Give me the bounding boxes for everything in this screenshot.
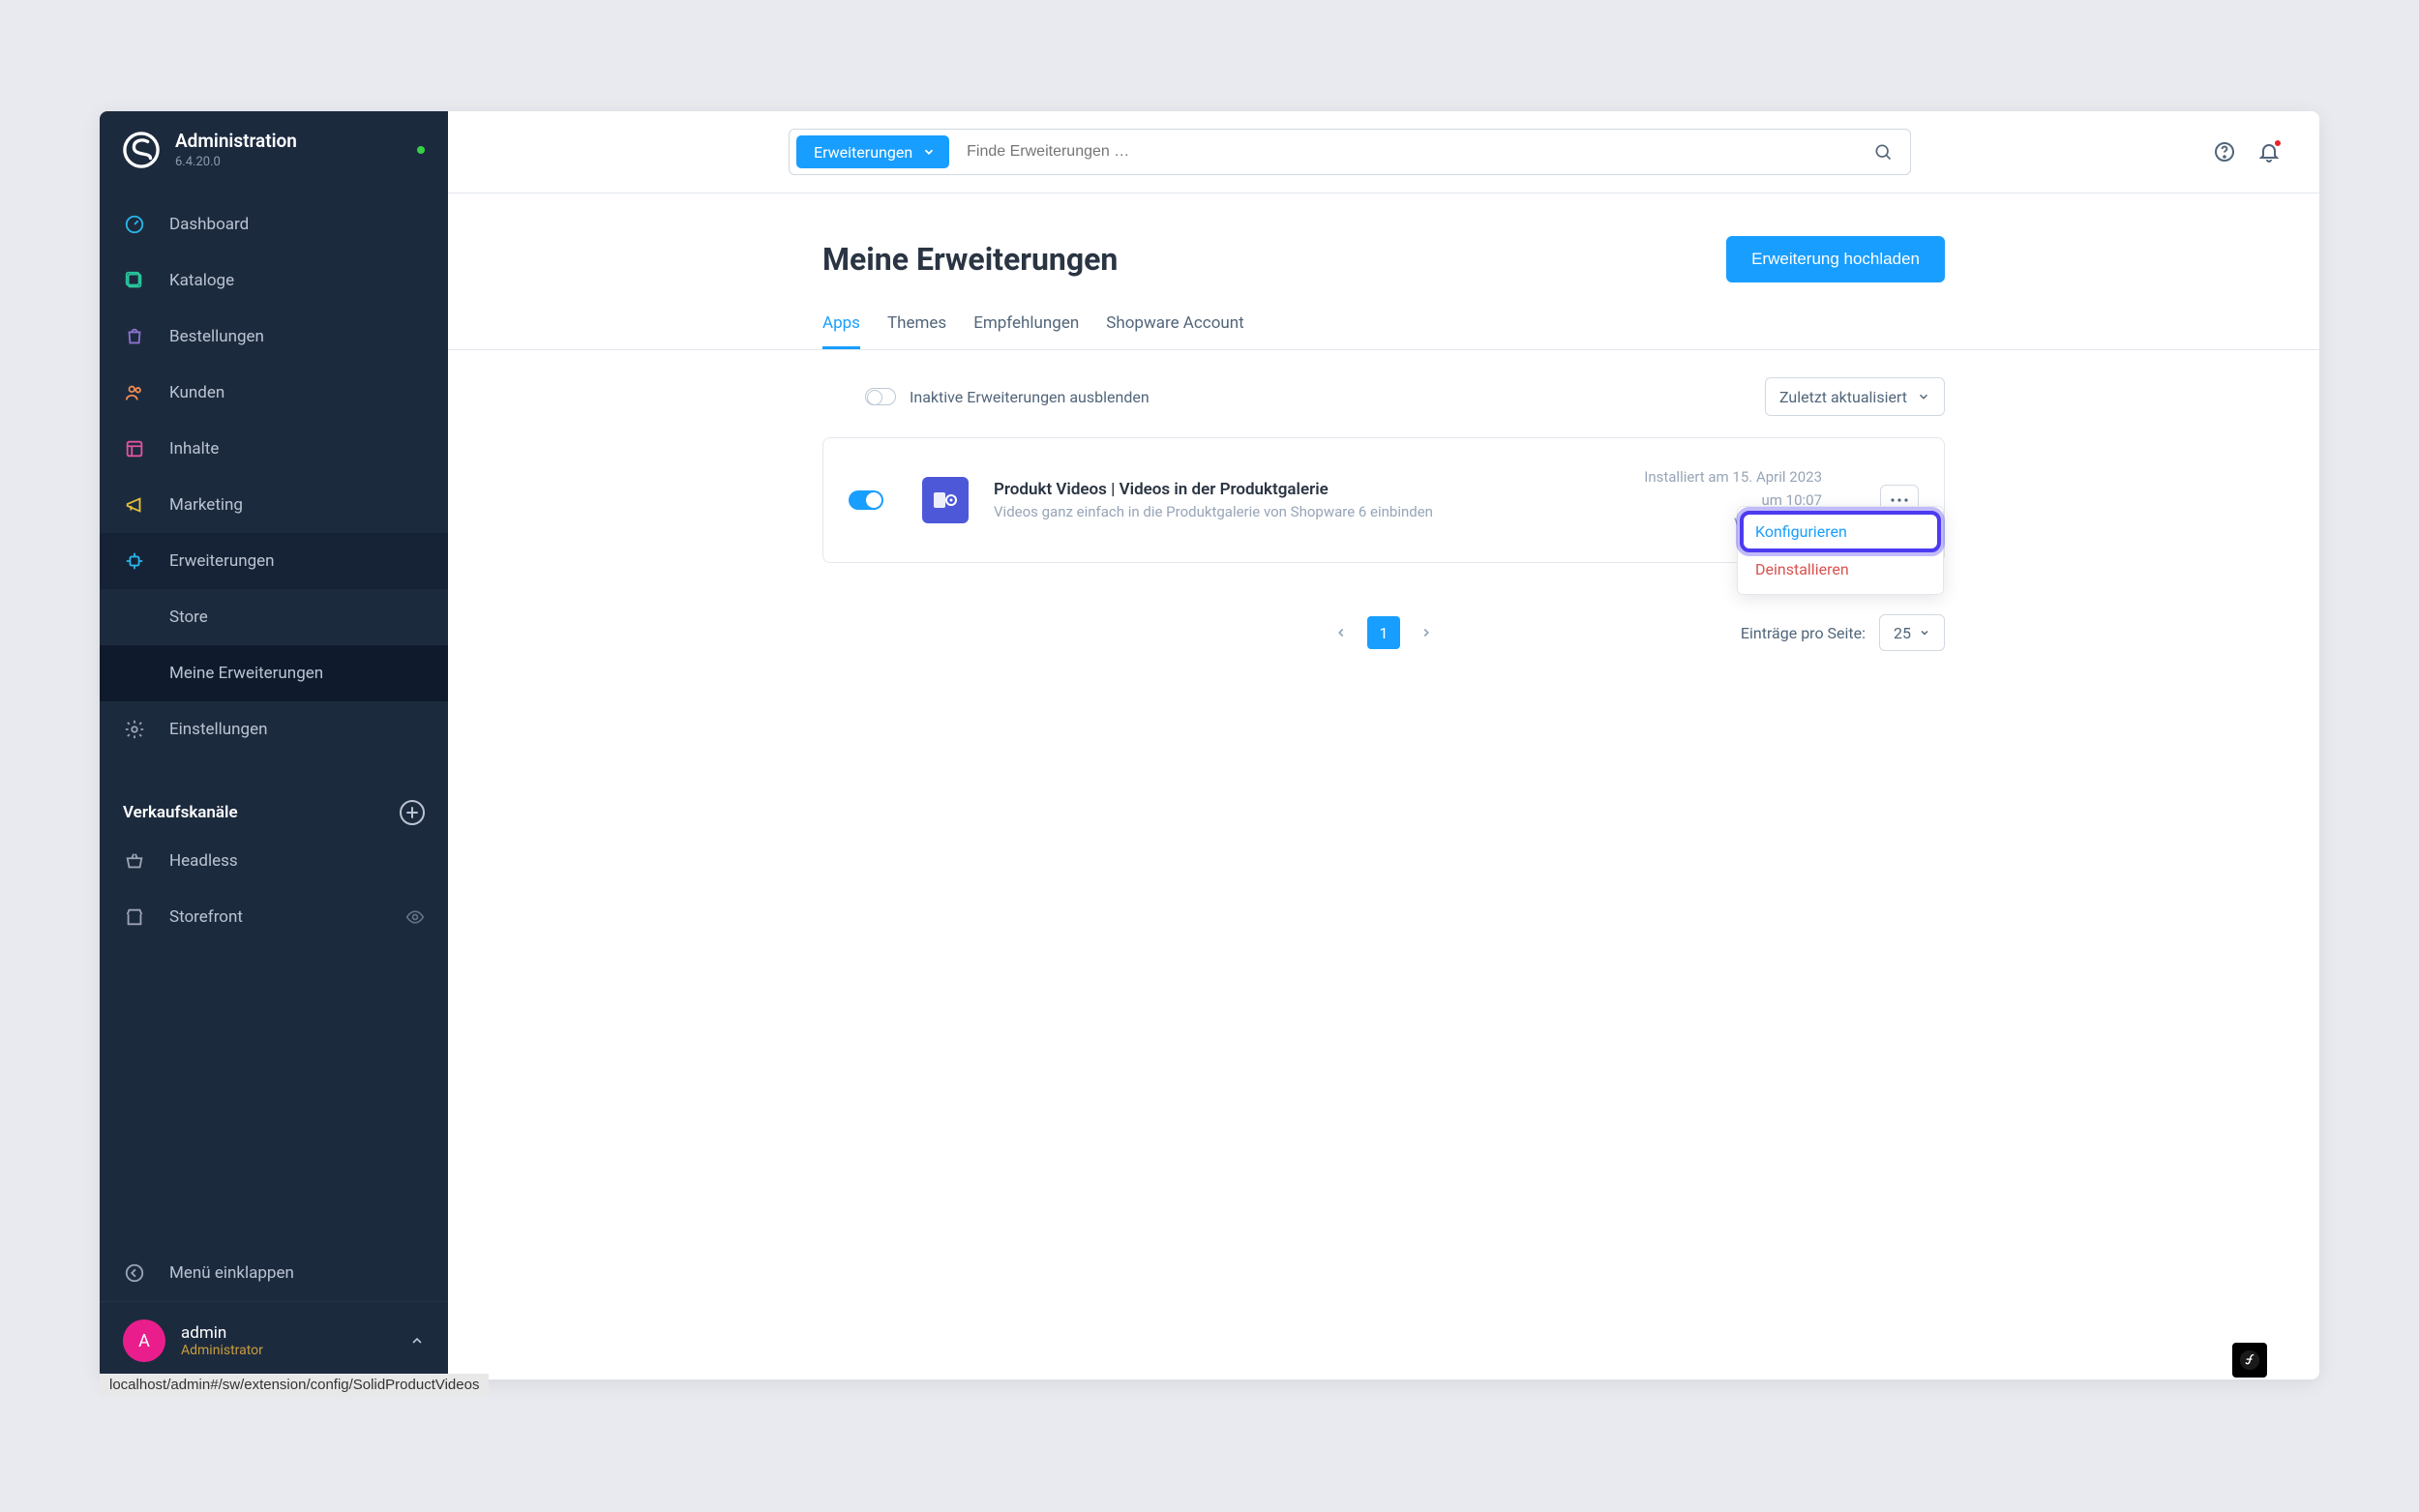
nav-extensions[interactable]: Erweiterungen <box>100 533 448 589</box>
nav-marketing-label: Marketing <box>169 495 243 515</box>
chevron-up-icon <box>409 1333 425 1349</box>
app-window: Administration 6.4.20.0 Dashboard Katalo… <box>100 111 2319 1379</box>
tab-recommendations[interactable]: Empfehlungen <box>973 313 1079 349</box>
per-page-select[interactable]: 25 <box>1879 614 1945 651</box>
pager-page-1[interactable]: 1 <box>1367 616 1400 649</box>
eye-icon[interactable] <box>405 907 425 927</box>
search-input[interactable] <box>949 143 1856 161</box>
tab-account[interactable]: Shopware Account <box>1106 313 1243 349</box>
sidebar-header: Administration 6.4.20.0 <box>100 111 448 187</box>
tab-apps[interactable]: Apps <box>822 313 860 349</box>
channel-headless-label: Headless <box>169 851 238 871</box>
hide-inactive-label: Inaktive Erweiterungen ausblenden <box>910 388 1150 406</box>
pager-prev[interactable] <box>1325 616 1358 649</box>
box-icon <box>123 269 146 292</box>
channel-headless[interactable]: Headless <box>100 833 448 889</box>
extension-installed-date: Installiert am 15. April 2023 <box>1644 465 1822 489</box>
avatar: A <box>123 1319 165 1362</box>
add-channel-button[interactable] <box>400 800 425 825</box>
nav-orders-label: Bestellungen <box>169 327 264 346</box>
context-uninstall[interactable]: Deinstallieren <box>1738 550 1943 588</box>
channels-header-label: Verkaufskanäle <box>123 803 238 822</box>
basket-icon <box>123 849 146 873</box>
collapse-label: Menü einklappen <box>169 1263 294 1283</box>
extension-card: Produkt Videos | Videos in der Produktga… <box>822 437 1945 563</box>
extension-title: Produkt Videos | Videos in der Produktga… <box>994 480 1644 499</box>
search-icon[interactable] <box>1856 142 1910 162</box>
pagination: 1 Einträge pro Seite: 25 <box>822 613 1945 652</box>
content: Meine Erweiterungen Erweiterung hochlade… <box>448 193 2319 1379</box>
per-page-value: 25 <box>1894 624 1911 642</box>
app-version: 6.4.20.0 <box>175 155 417 169</box>
shopware-logo <box>123 132 160 168</box>
collapse-menu[interactable]: Menü einklappen <box>100 1245 448 1301</box>
context-menu: Konfigurieren Deinstallieren <box>1737 506 1944 595</box>
status-indicator <box>417 146 425 154</box>
sort-select[interactable]: Zuletzt aktualisiert <box>1765 377 1945 416</box>
search-box: Erweiterungen <box>789 129 1911 175</box>
browser-url-preview: localhost/admin#/sw/extension/config/Sol… <box>100 1374 489 1396</box>
gauge-icon <box>123 213 146 236</box>
context-configure[interactable]: Konfigurieren <box>1744 515 1937 548</box>
user-menu[interactable]: A admin Administrator <box>100 1301 448 1379</box>
list-toolbar: Inaktive Erweiterungen ausblenden Zuletz… <box>822 350 1945 437</box>
plug-icon <box>123 549 146 573</box>
notifications-icon[interactable] <box>2257 140 2281 163</box>
extension-icon <box>922 477 969 523</box>
nav-customers[interactable]: Kunden <box>100 365 448 421</box>
topbar: Erweiterungen <box>448 111 2319 193</box>
per-page-label: Einträge pro Seite: <box>1741 624 1866 642</box>
app-title: Administration <box>175 131 417 153</box>
nav-customers-label: Kunden <box>169 383 224 402</box>
search-scope-tag[interactable]: Erweiterungen <box>796 135 949 168</box>
nav-my-extensions[interactable]: Meine Erweiterungen <box>100 645 448 701</box>
nav-store[interactable]: Store <box>100 589 448 645</box>
page-title: Meine Erweiterungen <box>822 241 1118 278</box>
symfony-toolbar-icon[interactable] <box>2232 1343 2267 1378</box>
nav-catalogs[interactable]: Kataloge <box>100 252 448 309</box>
nav-content-label: Inhalte <box>169 439 219 459</box>
user-role: Administrator <box>181 1343 263 1358</box>
main-nav: Dashboard Kataloge Bestellungen Kunden I… <box>100 187 448 757</box>
storefront-icon <box>123 905 146 929</box>
gear-icon <box>123 718 146 741</box>
sort-label: Zuletzt aktualisiert <box>1779 388 1907 406</box>
main-area: Erweiterungen <box>448 111 2319 1379</box>
users-icon <box>123 381 146 404</box>
nav-content[interactable]: Inhalte <box>100 421 448 477</box>
channels-header: Verkaufskanäle <box>100 800 448 825</box>
nav-catalogs-label: Kataloge <box>169 271 234 290</box>
nav-settings[interactable]: Einstellungen <box>100 701 448 757</box>
bag-icon <box>123 325 146 348</box>
nav-marketing[interactable]: Marketing <box>100 477 448 533</box>
sidebar: Administration 6.4.20.0 Dashboard Katalo… <box>100 111 448 1379</box>
nav-dashboard-label: Dashboard <box>169 215 249 234</box>
pager-next[interactable] <box>1410 616 1443 649</box>
search-tag-label: Erweiterungen <box>814 143 912 162</box>
chevron-left-circle-icon <box>123 1261 146 1285</box>
extension-active-toggle[interactable] <box>849 490 883 510</box>
user-name: admin <box>181 1323 263 1343</box>
megaphone-icon <box>123 493 146 517</box>
layout-icon <box>123 437 146 460</box>
notification-badge <box>2273 138 2283 148</box>
tab-themes[interactable]: Themes <box>887 313 946 349</box>
nav-extensions-label: Erweiterungen <box>169 551 275 571</box>
channel-storefront[interactable]: Storefront <box>100 889 448 945</box>
nav-settings-label: Einstellungen <box>169 720 268 739</box>
help-icon[interactable] <box>2213 140 2236 163</box>
tabs: Apps Themes Empfehlungen Shopware Accoun… <box>822 313 1945 349</box>
nav-dashboard[interactable]: Dashboard <box>100 196 448 252</box>
upload-extension-button[interactable]: Erweiterung hochladen <box>1726 236 1945 282</box>
nav-orders[interactable]: Bestellungen <box>100 309 448 365</box>
channel-storefront-label: Storefront <box>169 907 243 927</box>
hide-inactive-toggle[interactable] <box>865 388 896 405</box>
extension-description: Videos ganz einfach in die Produktgaleri… <box>994 503 1644 520</box>
